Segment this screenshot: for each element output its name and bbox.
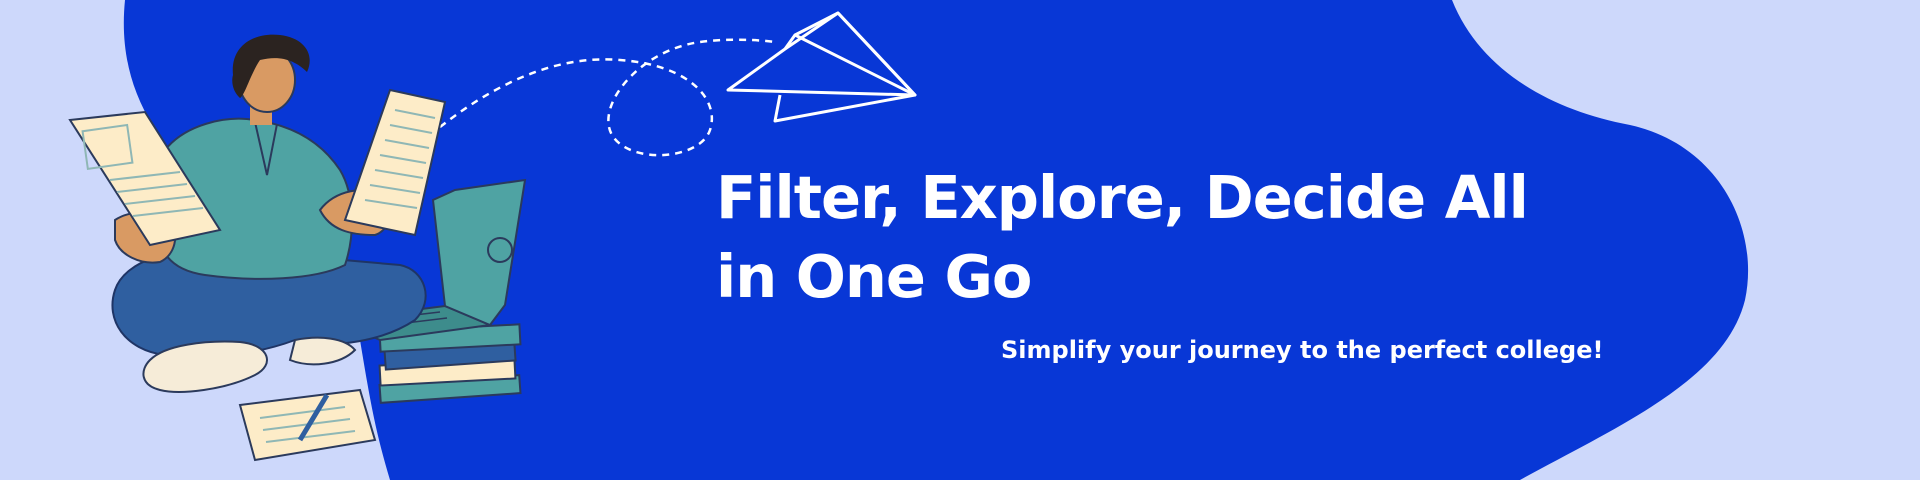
hero-tagline: Simplify your journey to the perfect col… [1001, 336, 1604, 364]
paper-plane-icon [726, 11, 917, 123]
headline-line-1: Filter, Explore, Decide All [716, 163, 1529, 232]
headline-line-2: in One Go [716, 242, 1032, 311]
right-paper [343, 88, 447, 237]
floor-paper [238, 388, 377, 462]
hero-headline: Filter, Explore, Decide All in One Go [716, 158, 1616, 316]
student-illustration [68, 34, 527, 462]
hero-banner: Filter, Explore, Decide All in One Go Si… [0, 0, 1920, 480]
